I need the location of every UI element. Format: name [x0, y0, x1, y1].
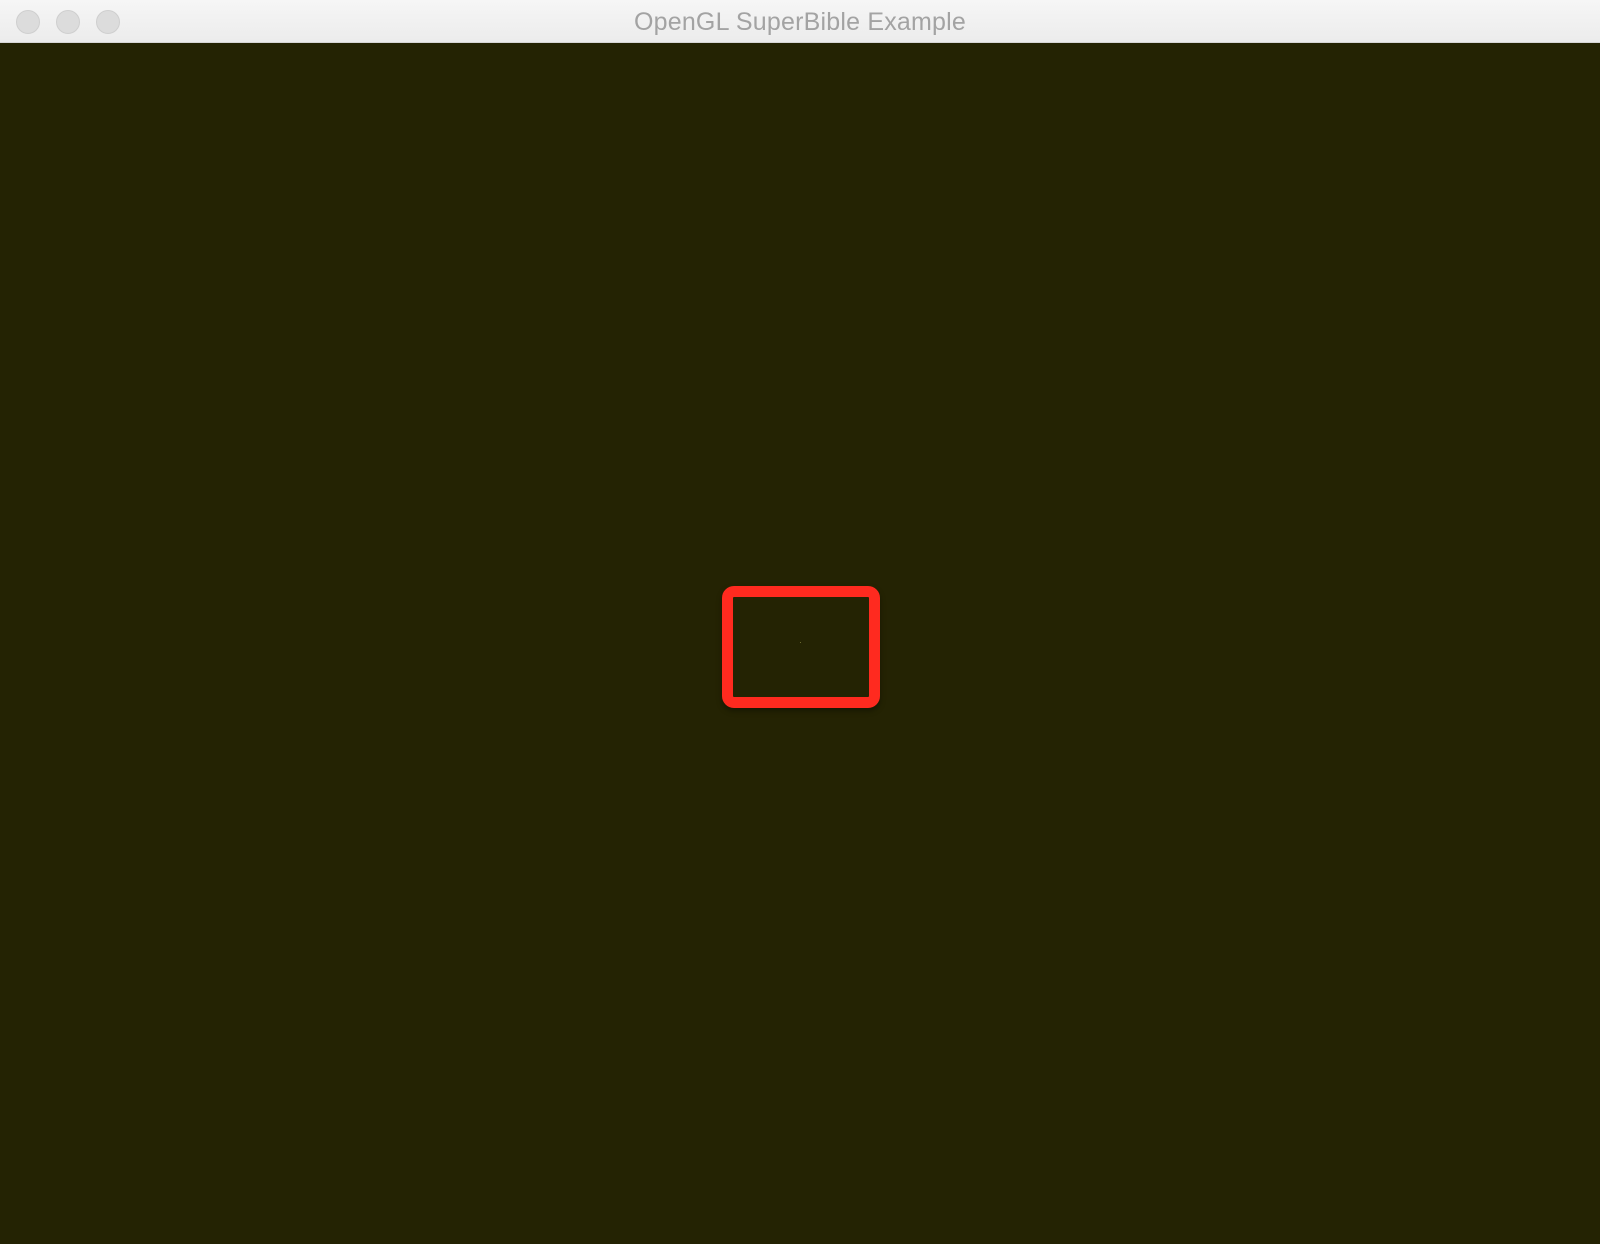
highlight-box [722, 586, 880, 708]
center-point [800, 642, 801, 643]
title-bar[interactable]: OpenGL SuperBible Example [0, 0, 1600, 43]
opengl-canvas[interactable] [0, 43, 1600, 1244]
window-title: OpenGL SuperBible Example [633, 8, 967, 36]
app-window: OpenGL SuperBible Example [0, 0, 1600, 1244]
